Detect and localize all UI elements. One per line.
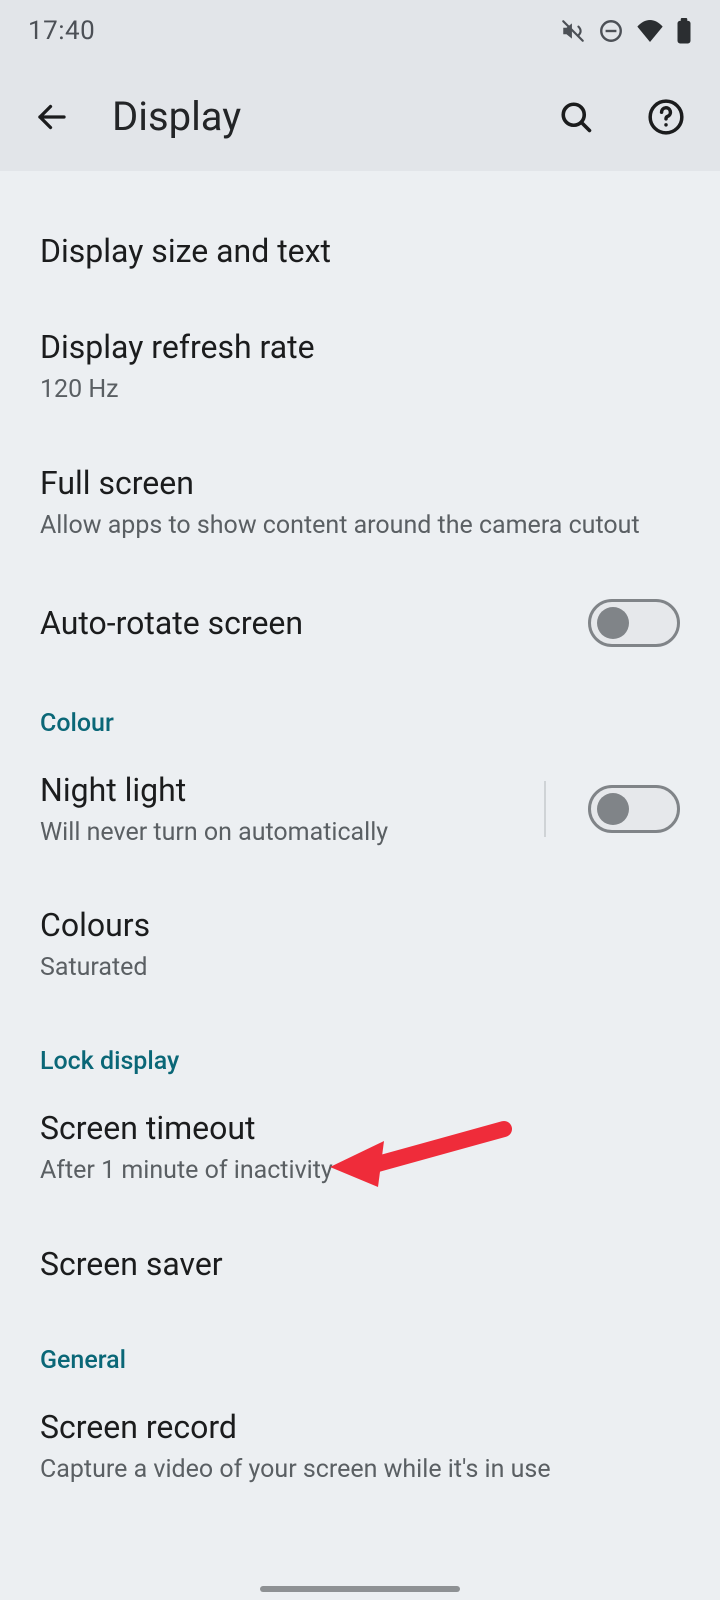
- setting-subtitle: Will never turn on automatically: [40, 816, 518, 850]
- setting-title: Screen saver: [40, 1244, 680, 1284]
- dnd-icon: [598, 18, 624, 44]
- setting-title: Display size and text: [40, 231, 680, 271]
- setting-screen-timeout[interactable]: Screen timeout After 1 minute of inactiv…: [0, 1080, 720, 1216]
- settings-list: Display size and text Display refresh ra…: [0, 171, 720, 1537]
- mute-icon: [560, 18, 586, 44]
- divider: [544, 781, 546, 837]
- setting-display-refresh-rate[interactable]: Display refresh rate 120 Hz: [0, 299, 720, 435]
- wifi-icon: [636, 20, 664, 42]
- status-time: 17:40: [28, 16, 95, 46]
- setting-title: Night light: [40, 770, 518, 810]
- setting-screen-saver[interactable]: Screen saver: [0, 1216, 720, 1312]
- auto-rotate-toggle[interactable]: [588, 599, 680, 647]
- status-icons: [560, 18, 692, 44]
- setting-subtitle: Allow apps to show content around the ca…: [40, 509, 680, 543]
- gesture-handle[interactable]: [260, 1586, 460, 1592]
- setting-auto-rotate[interactable]: Auto-rotate screen: [0, 571, 720, 675]
- setting-subtitle: 120 Hz: [40, 373, 680, 407]
- setting-display-size-text[interactable]: Display size and text: [0, 203, 720, 299]
- section-header-colour: Colour: [0, 675, 720, 742]
- setting-full-screen[interactable]: Full screen Allow apps to show content a…: [0, 435, 720, 571]
- back-button[interactable]: [28, 93, 76, 141]
- status-bar: 17:40: [0, 0, 720, 62]
- search-icon: [558, 99, 594, 135]
- setting-title: Colours: [40, 905, 680, 945]
- search-button[interactable]: [552, 93, 600, 141]
- setting-title: Screen record: [40, 1407, 680, 1447]
- page-title: Display: [112, 93, 516, 140]
- app-bar: Display: [0, 62, 720, 171]
- setting-subtitle: Saturated: [40, 951, 680, 985]
- arrow-left-icon: [34, 99, 70, 135]
- night-light-toggle[interactable]: [588, 785, 680, 833]
- setting-title: Full screen: [40, 463, 680, 503]
- help-button[interactable]: [642, 93, 690, 141]
- setting-colours[interactable]: Colours Saturated: [0, 877, 720, 1013]
- section-header-general: General: [0, 1312, 720, 1379]
- help-icon: [647, 98, 685, 136]
- setting-subtitle: Capture a video of your screen while it'…: [40, 1453, 680, 1487]
- setting-screen-record[interactable]: Screen record Capture a video of your sc…: [0, 1379, 720, 1537]
- setting-title: Auto-rotate screen: [40, 603, 570, 643]
- setting-title: Screen timeout: [40, 1108, 680, 1148]
- setting-title: Display refresh rate: [40, 327, 680, 367]
- section-header-lock-display: Lock display: [0, 1013, 720, 1080]
- battery-icon: [676, 18, 692, 44]
- setting-subtitle: After 1 minute of inactivity: [40, 1154, 680, 1188]
- setting-night-light[interactable]: Night light Will never turn on automatic…: [0, 742, 720, 878]
